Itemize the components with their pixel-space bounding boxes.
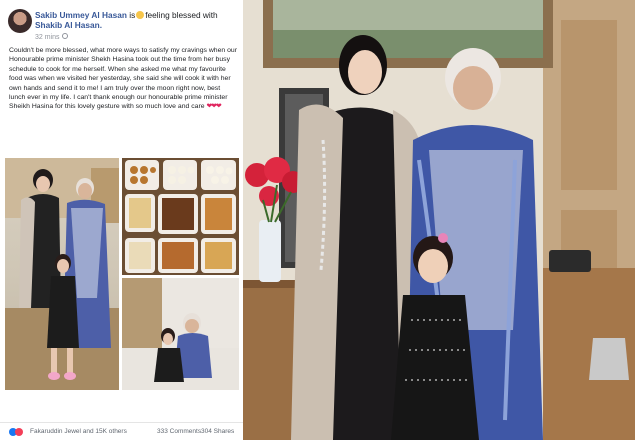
- photo-grid: [5, 158, 239, 420]
- globe-icon: [61, 33, 68, 39]
- author-avatar[interactable]: [8, 9, 32, 33]
- post-header: Sakib Ummey Al Hasan is feeling blessed w…: [0, 0, 243, 44]
- is-text: is: [129, 10, 136, 20]
- shares-count[interactable]: 304 Shares: [201, 428, 234, 435]
- love-icon: [15, 428, 23, 436]
- facebook-post-card: Sakib Ummey Al Hasan is feeling blessed w…: [0, 0, 244, 440]
- tagged-person[interactable]: Shakib Al Hasan.: [35, 20, 102, 30]
- post-photo-girl[interactable]: [122, 278, 239, 390]
- post-footer: Fakaruddin Jewel and 15K others 333 Comm…: [0, 422, 243, 440]
- post-body: Couldn't be more blessed, what more ways…: [9, 46, 238, 112]
- post-photo-family[interactable]: [5, 158, 119, 390]
- comments-count[interactable]: 333 Comments: [157, 428, 201, 435]
- feeling-text: feeling blessed with: [145, 10, 218, 20]
- blessed-emoji-icon: [136, 11, 145, 19]
- post-timestamp[interactable]: 32 mins: [35, 33, 68, 41]
- author-line: Sakib Ummey Al Hasan is feeling blessed w…: [35, 10, 240, 30]
- reactions-count[interactable]: Fakaruddin Jewel and 15K others: [30, 428, 127, 435]
- family-photo-illustration: [5, 158, 119, 390]
- post-time-text: 32 mins: [35, 34, 60, 41]
- main-photo-illustration: [243, 0, 635, 440]
- girl-photo-illustration: [122, 278, 239, 390]
- hearts-emoji: ❤❤❤: [206, 103, 221, 111]
- reaction-icons[interactable]: [9, 428, 23, 437]
- author-name[interactable]: Sakib Ummey Al Hasan: [35, 10, 127, 20]
- food-photo-illustration: [122, 158, 239, 275]
- post-body-text: Couldn't be more blessed, what more ways…: [9, 47, 238, 111]
- post-photo-food[interactable]: [122, 158, 239, 275]
- main-photo: [243, 0, 635, 440]
